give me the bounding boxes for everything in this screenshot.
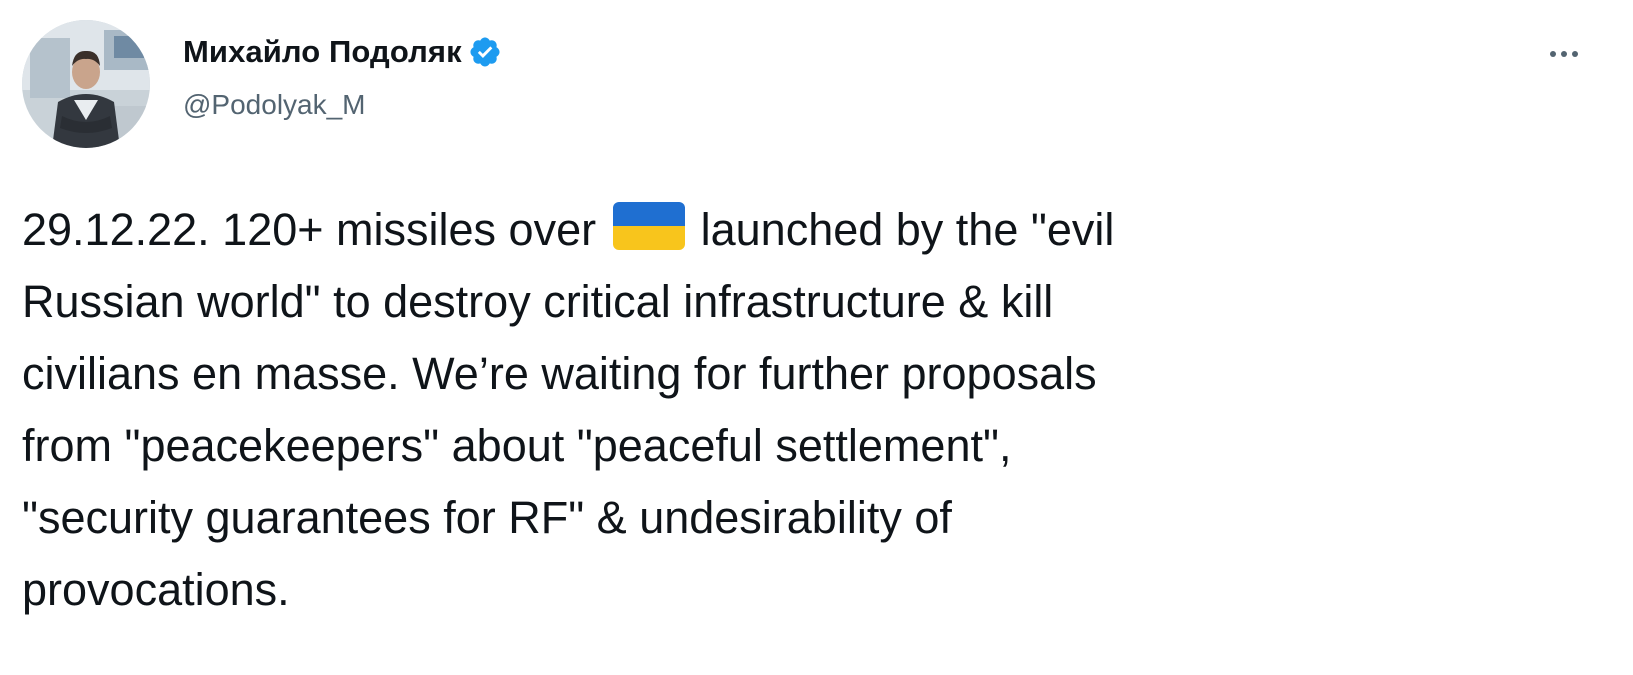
ukraine-flag-icon — [612, 202, 685, 250]
author-display-name[interactable]: Михайло Подоляк — [183, 34, 462, 70]
tweet-line: civilians en masse. We’re waiting for fu… — [22, 348, 1097, 399]
more-dot — [1561, 51, 1567, 57]
tweet-text: 29.12.22. 120+ missiles over launched by… — [22, 194, 1582, 626]
more-dot — [1550, 51, 1556, 57]
author-handle[interactable]: @Podolyak_M — [183, 89, 366, 121]
more-dot — [1572, 51, 1578, 57]
tweet-line-1-start: 29.12.22. 120+ missiles over — [22, 204, 597, 255]
tweet-line: from "peacekeepers" about "peaceful sett… — [22, 420, 1012, 471]
tweet-line: 29.12.22. 120+ missiles over launched by… — [22, 194, 1582, 266]
tweet-card[interactable]: Михайло Подоляк @Podolyak_M 29.12.22. 12… — [0, 0, 1633, 675]
more-options-icon[interactable] — [1534, 34, 1594, 74]
avatar[interactable] — [22, 20, 150, 148]
author-name-row[interactable]: Михайло Подоляк — [183, 30, 502, 74]
verified-badge-icon — [468, 35, 502, 69]
profile-photo-image — [22, 20, 150, 148]
tweet-line-1-end: launched by the "evil — [700, 204, 1115, 255]
tweet-line: "security guarantees for RF" & undesirab… — [22, 492, 952, 543]
tweet-line: provocations. — [22, 564, 290, 615]
tweet-line: Russian world" to destroy critical infra… — [22, 276, 1054, 327]
